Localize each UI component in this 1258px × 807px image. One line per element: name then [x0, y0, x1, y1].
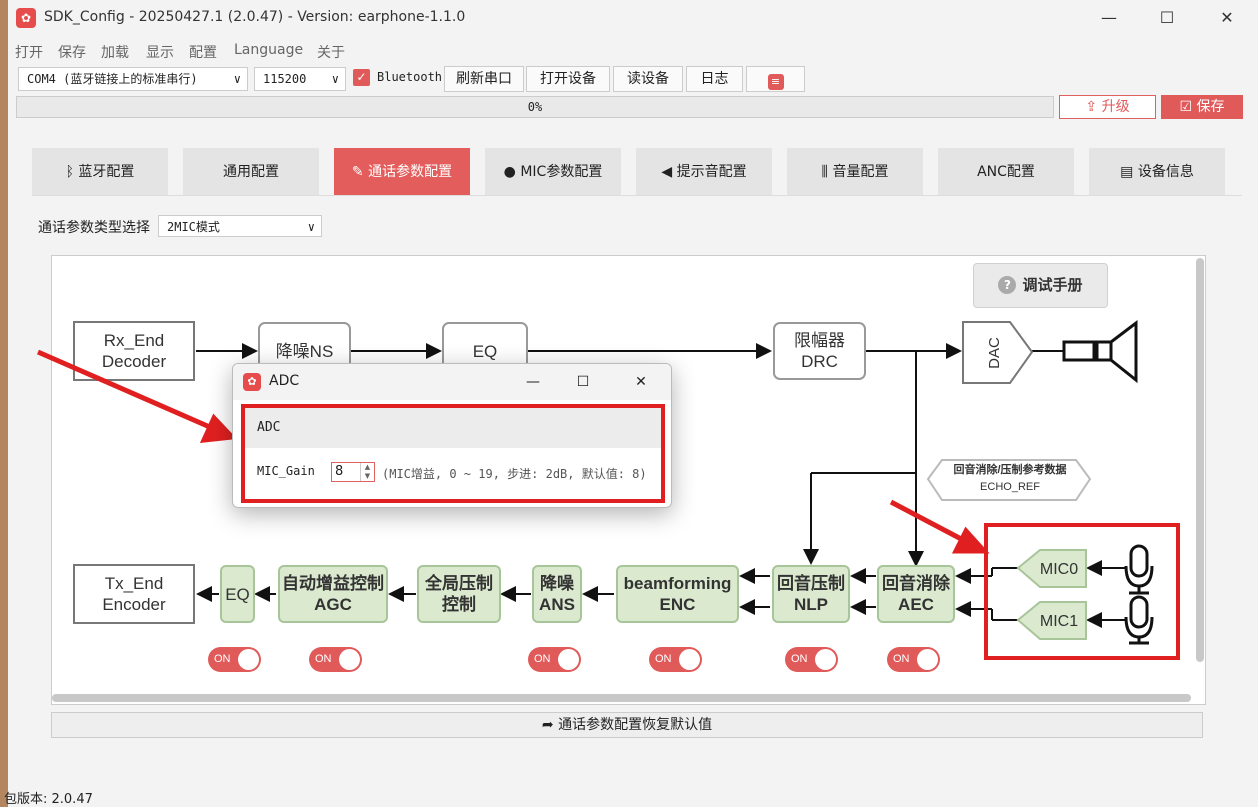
help-icon: ?: [998, 276, 1017, 294]
global-line2: 控制: [442, 595, 476, 614]
minimize-button[interactable]: —: [513, 368, 553, 396]
adc-dialog-title: ADC: [269, 373, 300, 389]
close-button[interactable]: ✕: [621, 368, 661, 396]
ans-line2: ANS: [539, 595, 575, 614]
nlp-line2: NLP: [794, 595, 828, 614]
rx-end-line2: Decoder: [101, 352, 167, 371]
rx-end-block: Rx_End Decoder: [73, 321, 195, 381]
enc-block[interactable]: beamforming ENC: [616, 565, 739, 623]
restore-defaults-button[interactable]: ➦ 通话参数配置恢复默认值: [51, 712, 1203, 738]
agc-line1: 自动增益控制: [282, 574, 384, 593]
package-version: 包版本: 2.0.47: [4, 792, 93, 807]
drc-line1: 限幅器: [794, 331, 845, 350]
debug-manual-button[interactable]: ? 调试手册: [973, 263, 1108, 308]
echo-ref-line2: ECHO_REF: [980, 481, 1040, 493]
eq-top-label: EQ: [472, 341, 498, 361]
drc-line2: DRC: [801, 352, 838, 371]
speaker-icon: [1062, 319, 1138, 384]
eq-bottom-block[interactable]: EQ: [220, 565, 255, 623]
adc-dialog-titlebar: ✿ ADC — ☐ ✕: [233, 364, 671, 400]
ans-toggle[interactable]: ON: [528, 647, 581, 672]
app-logo-icon: ✿: [243, 373, 261, 391]
aec-line2: AEC: [898, 595, 934, 614]
enc-toggle[interactable]: ON: [649, 647, 702, 672]
share-arrow-icon: ➦: [541, 717, 554, 733]
global-line1: 全局压制: [425, 574, 493, 593]
agc-block[interactable]: 自动增益控制 AGC: [278, 565, 388, 623]
rx-end-line1: Rx_End: [103, 331, 165, 350]
agc-line2: AGC: [314, 595, 352, 614]
echo-ref-label: 回音消除/压制参考数据 ECHO_REF: [936, 458, 1084, 500]
annotation-box-mics: [984, 523, 1180, 660]
tx-end-line2: Encoder: [102, 595, 166, 614]
tx-end-line1: Tx_End: [104, 574, 164, 593]
aec-line1: 回音消除: [882, 574, 950, 593]
agc-toggle[interactable]: ON: [309, 647, 362, 672]
debug-manual-label: 调试手册: [1022, 276, 1083, 294]
drc-block[interactable]: 限幅器 DRC: [773, 322, 866, 380]
nlp-line1: 回音压制: [777, 574, 845, 593]
eq-bottom-label: EQ: [225, 584, 250, 604]
enc-line2: ENC: [659, 595, 696, 614]
ans-line1: 降噪: [540, 574, 574, 593]
enc-line1: beamforming: [623, 574, 732, 593]
ans-block[interactable]: 降噪 ANS: [532, 565, 582, 623]
maximize-button[interactable]: ☐: [563, 368, 603, 396]
dac-label: DAC: [985, 337, 1003, 369]
tx-end-block: Tx_End Encoder: [73, 564, 195, 624]
restore-label: 通话参数配置恢复默认值: [558, 717, 713, 733]
aec-toggle[interactable]: ON: [887, 647, 940, 672]
annotation-box-adc: [241, 404, 665, 503]
ns-label: 降噪NS: [275, 341, 334, 361]
aec-block[interactable]: 回音消除 AEC: [877, 565, 955, 623]
adc-dialog: ✿ ADC — ☐ ✕ ADC MIC_Gain 8 ▲ ▼ (MIC增益, 0 …: [232, 363, 672, 508]
eq-toggle[interactable]: ON: [208, 647, 261, 672]
global-suppress-block[interactable]: 全局压制 控制: [417, 565, 501, 623]
nlp-block[interactable]: 回音压制 NLP: [772, 565, 850, 623]
nlp-toggle[interactable]: ON: [785, 647, 838, 672]
echo-ref-line1: 回音消除/压制参考数据: [953, 464, 1067, 476]
